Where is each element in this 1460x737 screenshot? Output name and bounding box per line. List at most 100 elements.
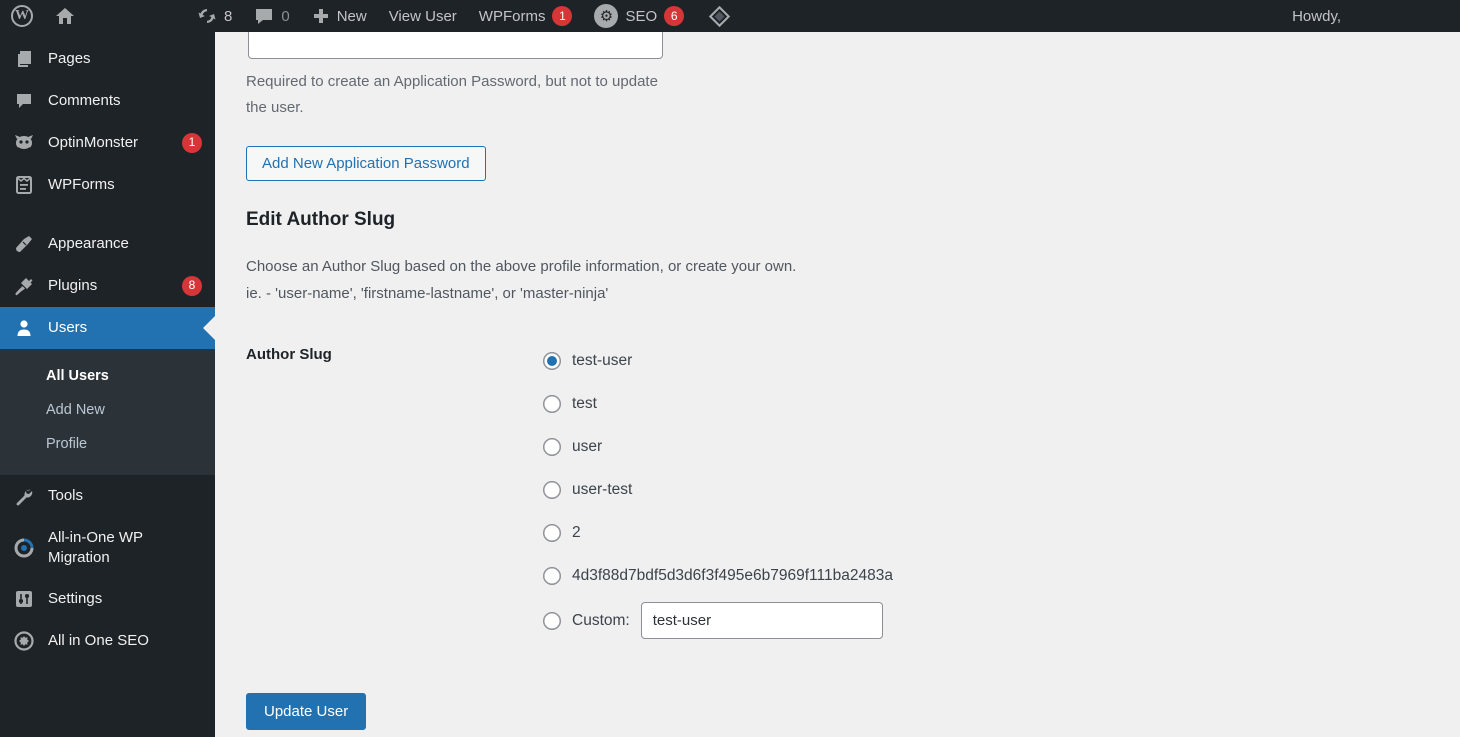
plugins-icon <box>13 276 35 296</box>
submenu-item-profile[interactable]: Profile <box>0 427 215 461</box>
sidebar-item-settings[interactable]: Settings <box>0 578 215 620</box>
howdy-account-menu[interactable]: Howdy, <box>1281 0 1352 32</box>
sidebar-label-wp-migration: All-in-One WP Migration <box>48 528 202 567</box>
radio-label-test: test <box>572 395 597 413</box>
admin-sidebar: Pages Comments OptinMonster 1 <box>0 32 215 737</box>
sidebar-label-comments: Comments <box>48 91 202 111</box>
radio-test-user[interactable] <box>543 352 561 370</box>
radio-label-user-test: user-test <box>572 481 632 499</box>
description-line-2: ie. - 'user-name', 'firstname-lastname',… <box>246 280 1460 308</box>
settings-sliders-icon <box>13 589 35 609</box>
sidebar-item-plugins[interactable]: Plugins 8 <box>0 265 215 307</box>
comments-link[interactable]: 0 <box>243 0 300 32</box>
admin-bar: W 8 0 New View User WPForms 1 ⚙ SEO 6 <box>0 0 1460 32</box>
users-icon <box>13 318 35 338</box>
view-user-link[interactable]: View User <box>378 0 468 32</box>
migration-icon <box>13 538 35 558</box>
updates-link[interactable]: 8 <box>186 0 243 32</box>
tools-wrench-icon <box>13 486 35 506</box>
author-slug-option-user[interactable]: user <box>543 430 893 463</box>
radio-hash[interactable] <box>543 567 561 585</box>
main-content: Required to create an Application Passwo… <box>215 32 1460 737</box>
author-slug-form-row: Author Slug test-user test user user-tes… <box>246 344 1460 639</box>
radio-2[interactable] <box>543 524 561 542</box>
wpforms-icon <box>13 175 35 195</box>
seo-menu[interactable]: ⚙ SEO 6 <box>583 0 695 32</box>
custom-slug-input[interactable] <box>641 602 883 639</box>
author-slug-option-custom[interactable]: Custom: <box>543 602 893 639</box>
sidebar-label-users: Users <box>48 318 202 338</box>
optinmonster-badge: 1 <box>182 133 202 153</box>
radio-label-test-user: test-user <box>572 352 632 370</box>
submenu-item-add-new[interactable]: Add New <box>0 393 215 427</box>
pages-icon <box>13 49 35 69</box>
edit-author-slug-heading: Edit Author Slug <box>246 209 1460 231</box>
comments-icon <box>13 91 35 111</box>
radio-user[interactable] <box>543 438 561 456</box>
author-slug-option-2[interactable]: 2 <box>543 516 893 549</box>
new-content-menu[interactable]: New <box>301 0 378 32</box>
sidebar-label-plugins: Plugins <box>48 276 171 296</box>
optinmonster-icon <box>13 133 35 153</box>
wpforms-badge: 1 <box>552 6 572 26</box>
aioseo-gear-icon <box>13 631 35 651</box>
seo-badge: 6 <box>664 6 684 26</box>
new-label: New <box>337 8 367 25</box>
diamond-plugin-icon <box>709 5 730 26</box>
sidebar-label-settings: Settings <box>48 589 202 609</box>
updates-count: 8 <box>224 8 232 25</box>
plugins-badge: 8 <box>182 276 202 296</box>
radio-label-2: 2 <box>572 524 581 542</box>
sidebar-item-aioseo[interactable]: All in One SEO <box>0 620 215 662</box>
comments-count: 0 <box>281 8 289 25</box>
wpforms-label: WPForms <box>479 8 546 25</box>
sidebar-item-appearance[interactable]: Appearance <box>0 223 215 265</box>
home-icon <box>55 6 75 26</box>
sidebar-item-pages[interactable]: Pages <box>0 38 215 80</box>
sidebar-item-comments[interactable]: Comments <box>0 80 215 122</box>
add-application-password-button[interactable]: Add New Application Password <box>246 146 486 181</box>
radio-test[interactable] <box>543 395 561 413</box>
menu-separator <box>0 206 215 223</box>
sidebar-item-optinmonster[interactable]: OptinMonster 1 <box>0 122 215 164</box>
radio-custom[interactable] <box>543 612 561 630</box>
sidebar-item-wpforms[interactable]: WPForms <box>0 164 215 206</box>
plus-icon <box>312 7 330 25</box>
sidebar-item-users[interactable]: Users <box>0 307 215 349</box>
custom-option-label: Custom: <box>572 612 630 630</box>
submenu-item-all-users[interactable]: All Users <box>0 359 215 393</box>
author-slug-field-label: Author Slug <box>246 344 543 639</box>
sidebar-label-aioseo: All in One SEO <box>48 631 202 651</box>
sidebar-item-tools[interactable]: Tools <box>0 475 215 517</box>
radio-label-user: user <box>572 438 602 456</box>
edit-author-slug-description: Choose an Author Slug based on the above… <box>246 253 1460 309</box>
seo-gear-icon: ⚙ <box>594 4 618 28</box>
author-slug-option-user-test[interactable]: user-test <box>543 473 893 506</box>
sidebar-label-wpforms: WPForms <box>48 175 202 195</box>
sidebar-label-optinmonster: OptinMonster <box>48 133 171 153</box>
site-home-link[interactable] <box>44 0 86 32</box>
app-password-help-text: Required to create an Application Passwo… <box>246 69 676 122</box>
sidebar-item-wp-migration[interactable]: All-in-One WP Migration <box>0 517 215 578</box>
author-slug-option-test-user[interactable]: test-user <box>543 344 893 377</box>
radio-label-hash: 4d3f88d7bdf5d3d6f3f495e6b7969f111ba2483a <box>572 567 893 585</box>
wp-logo-menu[interactable]: W <box>0 0 44 32</box>
author-slug-option-test[interactable]: test <box>543 387 893 420</box>
howdy-label: Howdy, <box>1292 8 1341 25</box>
updates-icon <box>197 6 217 26</box>
wordpress-logo-icon: W <box>11 5 33 27</box>
appearance-brush-icon <box>13 234 35 254</box>
app-password-name-input[interactable] <box>248 32 663 59</box>
migration-admin-menu[interactable] <box>695 0 744 32</box>
update-user-button[interactable]: Update User <box>246 693 366 730</box>
sidebar-label-tools: Tools <box>48 486 202 506</box>
seo-label: SEO <box>625 8 657 25</box>
wpforms-menu[interactable]: WPForms 1 <box>468 0 584 32</box>
radio-user-test[interactable] <box>543 481 561 499</box>
description-line-1: Choose an Author Slug based on the above… <box>246 253 1460 281</box>
sidebar-label-appearance: Appearance <box>48 234 202 254</box>
view-user-label: View User <box>389 8 457 25</box>
author-slug-options: test-user test user user-test 2 <box>543 344 893 639</box>
users-submenu: All Users Add New Profile <box>0 349 215 475</box>
author-slug-option-hash[interactable]: 4d3f88d7bdf5d3d6f3f495e6b7969f111ba2483a <box>543 559 893 592</box>
